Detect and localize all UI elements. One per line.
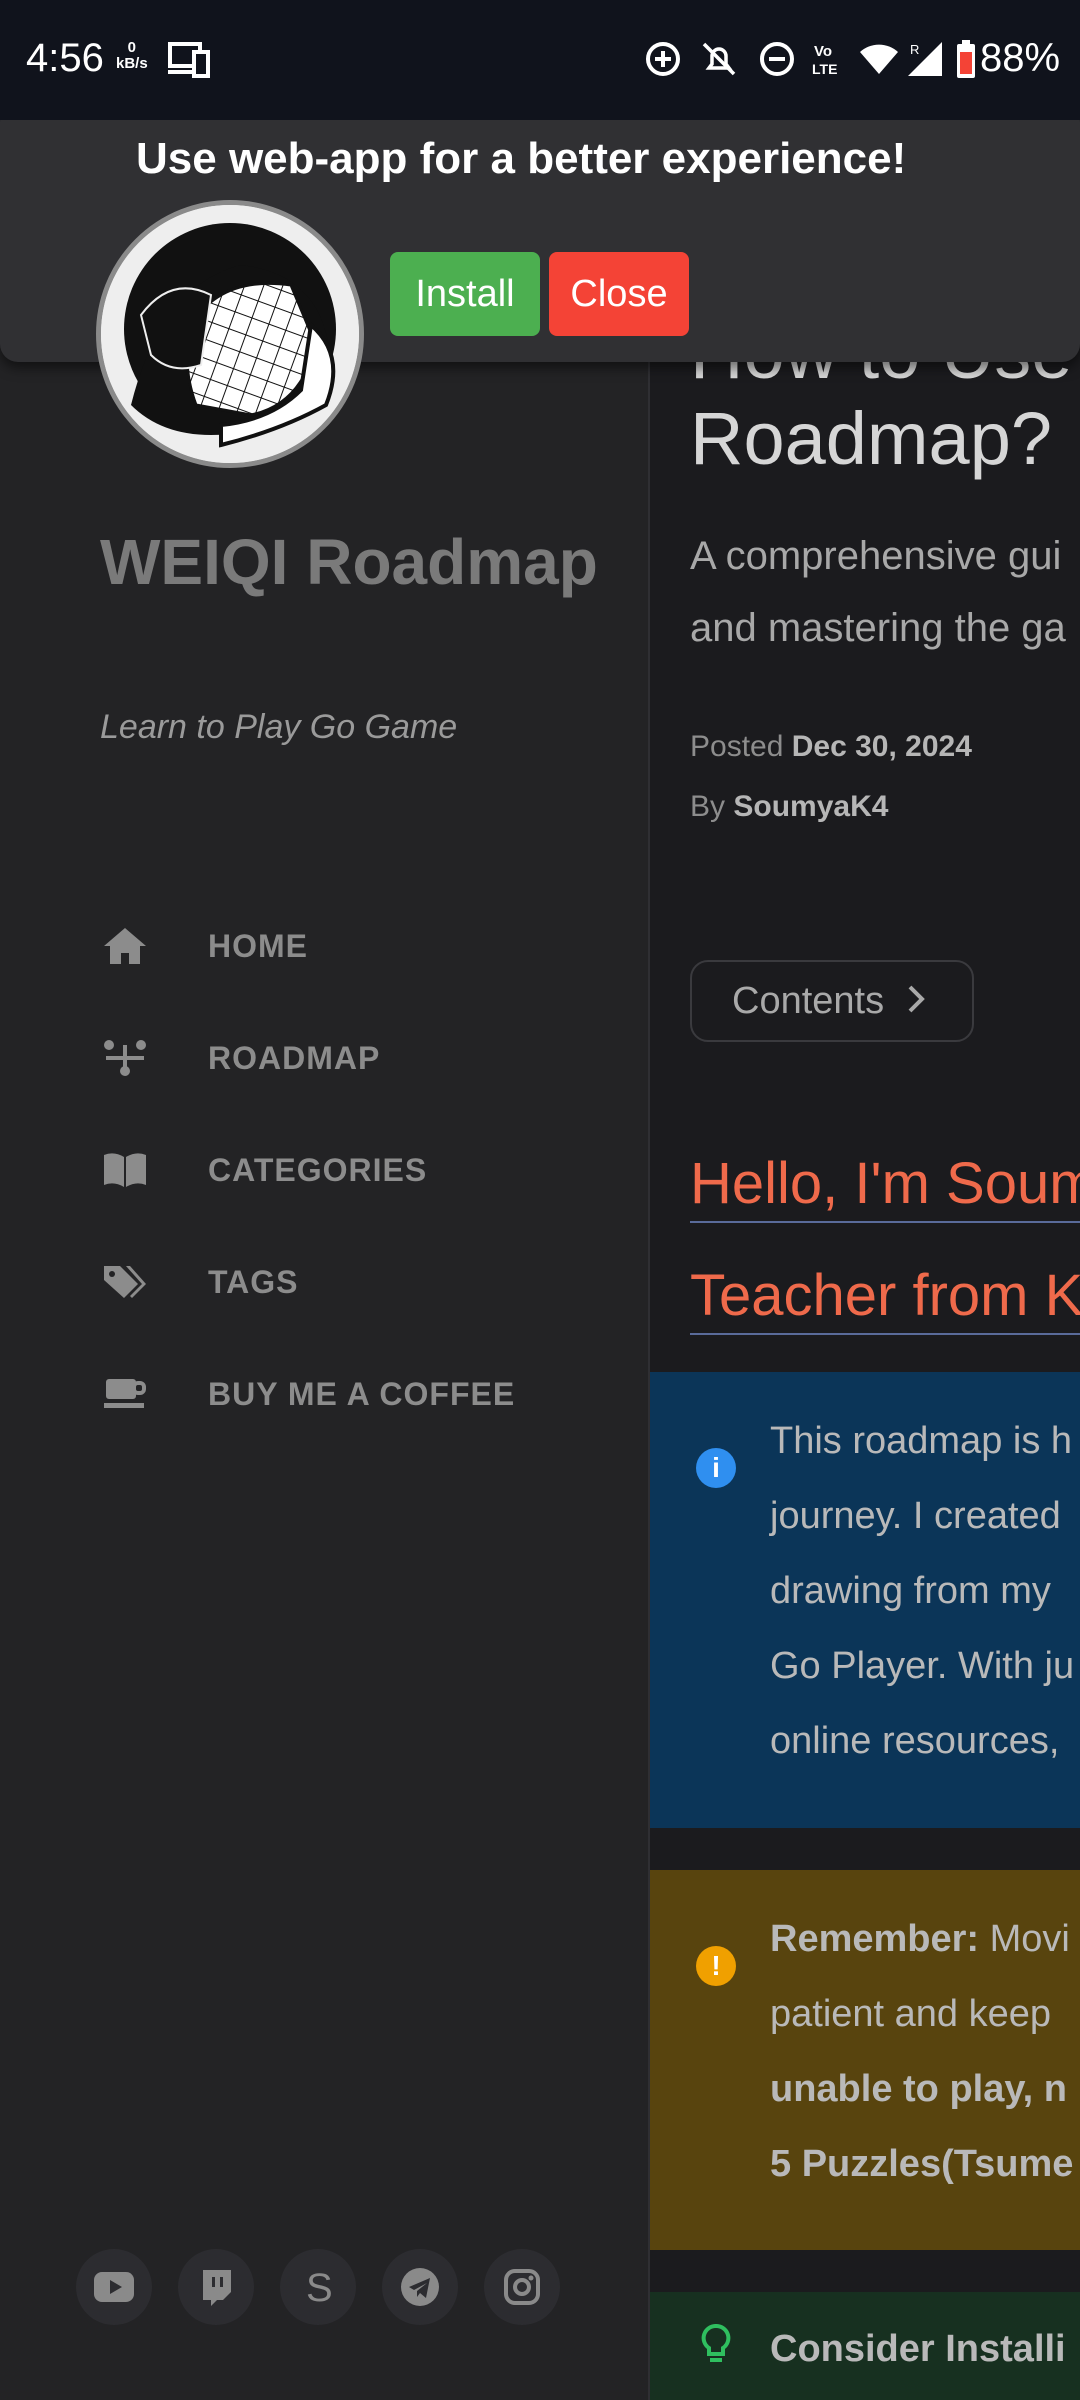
sidebar-item-label: TAGS bbox=[208, 1263, 299, 1300]
sidebar-item-label: BUY ME A COFFEE bbox=[208, 1375, 516, 1412]
warning-line: patient and keep bbox=[770, 1993, 1052, 2035]
site-title[interactable]: WEIQI Roadmap bbox=[100, 520, 600, 604]
sidebar-item-categories[interactable]: CATEGORIES bbox=[100, 1114, 580, 1226]
battery-percent: 88% bbox=[980, 36, 1061, 80]
info-line: This roadmap is h bbox=[770, 1420, 1073, 1462]
bell-off-icon bbox=[702, 42, 736, 76]
warning-icon: ! bbox=[696, 1946, 736, 1986]
info-line: drawing from my bbox=[770, 1570, 1051, 1612]
contents-label: Contents bbox=[732, 979, 885, 1022]
home-icon bbox=[100, 924, 150, 968]
site-subtitle: Learn to Play Go Game bbox=[100, 708, 458, 746]
svg-text:R: R bbox=[910, 42, 919, 57]
network-speed: 0 kB/s bbox=[116, 40, 148, 72]
info-icon: i bbox=[696, 1448, 736, 1488]
battery-icon bbox=[957, 40, 975, 78]
youtube-icon[interactable] bbox=[76, 2249, 152, 2325]
sidebar-item-tags[interactable]: TAGS bbox=[100, 1226, 580, 1338]
tip-box: Consider Installi bbox=[650, 2292, 1080, 2400]
post-description: A comprehensive gui and mastering the ga bbox=[690, 520, 1080, 664]
warning-bold: Remember: bbox=[770, 1918, 980, 1960]
telegram-icon[interactable] bbox=[382, 2249, 458, 2325]
book-icon bbox=[100, 1148, 150, 1192]
by-label: By bbox=[690, 790, 726, 823]
info-box: i This roadmap is h journey. I created d… bbox=[650, 1372, 1080, 1828]
status-time: 4:56 bbox=[26, 36, 104, 80]
avatar-wrapper bbox=[96, 200, 364, 468]
sidebar-item-home[interactable]: HOME bbox=[100, 890, 580, 1002]
tags-icon bbox=[100, 1260, 150, 1304]
go-hand-logo-icon bbox=[101, 205, 359, 463]
sidebar-item-label: CATEGORIES bbox=[208, 1151, 428, 1188]
install-banner-title: Use web-app for a better experience! bbox=[136, 134, 907, 183]
warning-text: Remember: Movi patient and keep unable t… bbox=[770, 1902, 1080, 2202]
sidebar-item-roadmap[interactable]: ROADMAP bbox=[100, 1002, 580, 1114]
author-name[interactable]: SoumyaK4 bbox=[733, 790, 888, 823]
posted-label: Posted bbox=[690, 730, 784, 763]
info-line: Go Player. With ju bbox=[770, 1645, 1075, 1687]
status-bar: 4:56 0 kB/s Vo LTE R 88% bbox=[0, 0, 1080, 120]
lightbulb-icon bbox=[696, 2324, 736, 2366]
svg-text:Vo: Vo bbox=[814, 43, 832, 60]
sidebar-item-buy-me-a-coffee[interactable]: BUY ME A COFFEE bbox=[100, 1338, 580, 1450]
info-line: journey. I created bbox=[770, 1495, 1061, 1537]
coffee-icon bbox=[100, 1372, 150, 1416]
warning-rest: Movi bbox=[979, 1918, 1070, 1960]
chevron-right-icon bbox=[906, 979, 926, 1024]
volte-icon: Vo LTE bbox=[812, 43, 837, 77]
warning-box: ! Remember: Movi patient and keep unable… bbox=[650, 1870, 1080, 2250]
svg-text:S: S bbox=[306, 2267, 333, 2307]
network-speed-unit: kB/s bbox=[116, 55, 148, 72]
warning-line: Remember: Movi bbox=[770, 1902, 1080, 1977]
data-saver-icon bbox=[646, 42, 680, 76]
info-line: online resources, bbox=[770, 1720, 1060, 1762]
info-text: This roadmap is h journey. I created dra… bbox=[770, 1404, 1080, 1779]
twitch-icon[interactable] bbox=[178, 2249, 254, 2325]
sidebar-nav: HOME ROADMAP CATEGORIES TAGS BUY ME A CO… bbox=[100, 890, 580, 1450]
intro-heading-line: Hello, I'm Soum bbox=[690, 1150, 1080, 1223]
signal-icon: R bbox=[908, 42, 942, 76]
post-author: By SoumyaK4 bbox=[690, 790, 888, 824]
instagram-icon[interactable] bbox=[484, 2249, 560, 2325]
network-speed-value: 0 bbox=[127, 39, 137, 56]
main-content: How to Use Roadmap? A comprehensive gui … bbox=[650, 120, 1080, 2400]
social-links: S bbox=[76, 2249, 560, 2325]
devices-icon bbox=[168, 42, 210, 78]
s-icon[interactable]: S bbox=[280, 2249, 356, 2325]
sidebar-item-label: HOME bbox=[208, 927, 308, 964]
tip-text: Consider Installi bbox=[770, 2328, 1066, 2370]
avatar[interactable] bbox=[96, 200, 364, 468]
wifi-icon bbox=[860, 44, 898, 74]
dnd-icon bbox=[760, 42, 794, 76]
install-button[interactable]: Install bbox=[390, 252, 540, 336]
sidebar-item-label: ROADMAP bbox=[208, 1039, 381, 1076]
warning-line: unable to play, n bbox=[770, 2068, 1067, 2110]
intro-heading-line: Teacher from K bbox=[690, 1262, 1080, 1335]
svg-text:LTE: LTE bbox=[812, 61, 837, 77]
close-button[interactable]: Close bbox=[549, 252, 689, 336]
posted-date: Dec 30, 2024 bbox=[791, 730, 972, 763]
post-date: Posted Dec 30, 2024 bbox=[690, 730, 972, 764]
post-description-line: and mastering the ga bbox=[690, 606, 1066, 650]
warning-line: 5 Puzzles(Tsume bbox=[770, 2143, 1074, 2185]
post-title-line: Roadmap? bbox=[690, 397, 1053, 480]
post-description-line: A comprehensive gui bbox=[690, 534, 1062, 578]
contents-button[interactable]: Contents bbox=[690, 960, 974, 1042]
roadmap-icon bbox=[100, 1036, 150, 1080]
